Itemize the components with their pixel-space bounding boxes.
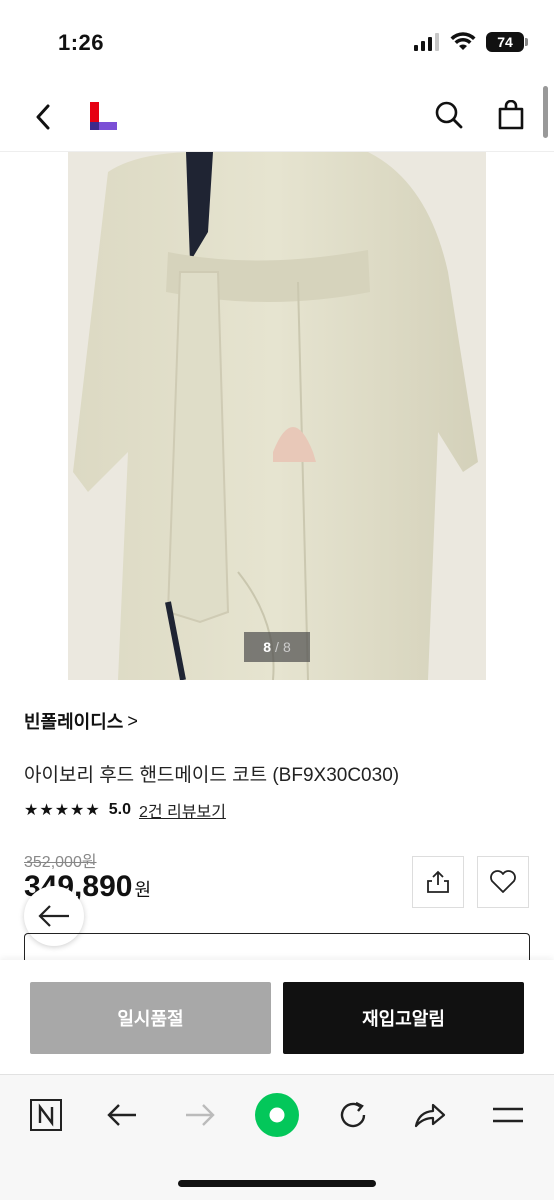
- home-indicator[interactable]: [178, 1180, 376, 1187]
- back-button[interactable]: [26, 100, 60, 134]
- scroll-indicator[interactable]: [543, 86, 548, 138]
- product-image[interactable]: [68, 152, 486, 680]
- green-dot-button[interactable]: [253, 1093, 301, 1137]
- green-dot-icon: [255, 1093, 299, 1137]
- naver-home-button[interactable]: [24, 1093, 68, 1137]
- product-title: 아이보리 후드 핸드메이드 코트 (BF9X30C030): [24, 765, 400, 786]
- restock-alert-button[interactable]: 재입고알림: [283, 982, 524, 1054]
- share-button[interactable]: [412, 856, 464, 908]
- menu-button[interactable]: [486, 1093, 530, 1137]
- brand-link[interactable]: 빈폴레이디스 >: [24, 708, 138, 734]
- search-button[interactable]: [432, 98, 466, 132]
- arrow-right-icon: [186, 1104, 215, 1126]
- brand-chevron: >: [127, 710, 138, 731]
- image-counter-current: 8: [263, 639, 272, 655]
- shopping-bag-icon: [498, 100, 524, 130]
- rating-row: ★★★★★ 5.0 2건 리뷰보기: [24, 798, 226, 822]
- share-arrow-icon: [414, 1103, 446, 1128]
- star-rating-icon: ★★★★★: [24, 802, 101, 819]
- rating-score: 5.0: [108, 801, 131, 818]
- browser-forward-button[interactable]: [178, 1093, 222, 1137]
- battery-indicator: 74: [486, 32, 528, 52]
- status-time: 1:26: [58, 30, 105, 55]
- cart-button[interactable]: [494, 98, 528, 132]
- review-link[interactable]: 2건 리뷰보기: [139, 798, 226, 822]
- header-actions: [432, 98, 528, 132]
- purchase-action-bar: 일시품절 재입고알림: [0, 960, 554, 1074]
- browser-back-button[interactable]: [100, 1093, 144, 1137]
- hamburger-menu-icon: [493, 1107, 523, 1123]
- image-counter: 8 / 8: [244, 632, 310, 662]
- share-icon: [427, 870, 449, 893]
- original-price: 352,000원: [24, 854, 97, 871]
- image-counter-total: 8: [282, 639, 291, 655]
- app-header: [0, 80, 554, 152]
- naver-n-icon: [30, 1099, 62, 1131]
- status-icons: 74: [414, 32, 528, 52]
- soldout-button[interactable]: 일시품절: [30, 982, 271, 1054]
- search-icon: [435, 101, 463, 129]
- brand-logo-icon[interactable]: [90, 100, 120, 132]
- arrow-left-icon: [107, 1104, 136, 1126]
- brand-name: 빈폴레이디스: [24, 712, 124, 732]
- chevron-left-icon: [36, 104, 50, 130]
- status-bar: 1:26 74: [0, 0, 554, 80]
- option-select-box[interactable]: [24, 933, 530, 963]
- image-counter-separator: /: [275, 639, 279, 655]
- reload-icon: [340, 1101, 366, 1128]
- heart-icon: [490, 870, 516, 893]
- sale-price-currency: 원: [134, 880, 152, 900]
- arrow-left-icon: [38, 905, 69, 927]
- wifi-icon: [450, 32, 476, 50]
- browser-share-button[interactable]: [408, 1093, 452, 1137]
- cellular-signal-icon: [414, 33, 439, 51]
- wishlist-button[interactable]: [477, 856, 529, 908]
- reload-button[interactable]: [331, 1093, 375, 1137]
- coat-photo: [68, 152, 486, 680]
